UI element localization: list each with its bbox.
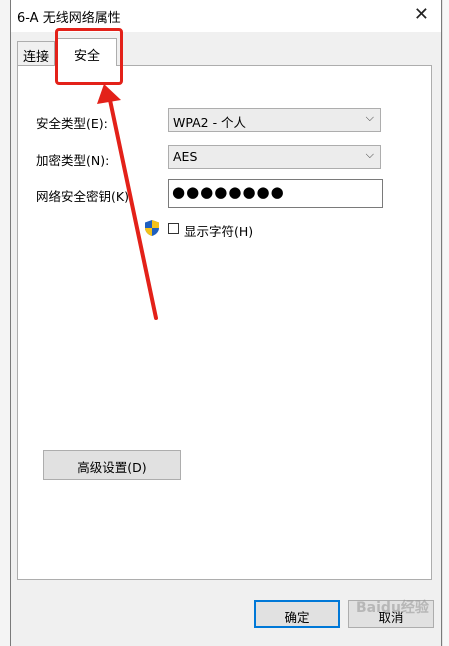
annotation-arrow xyxy=(97,84,158,320)
